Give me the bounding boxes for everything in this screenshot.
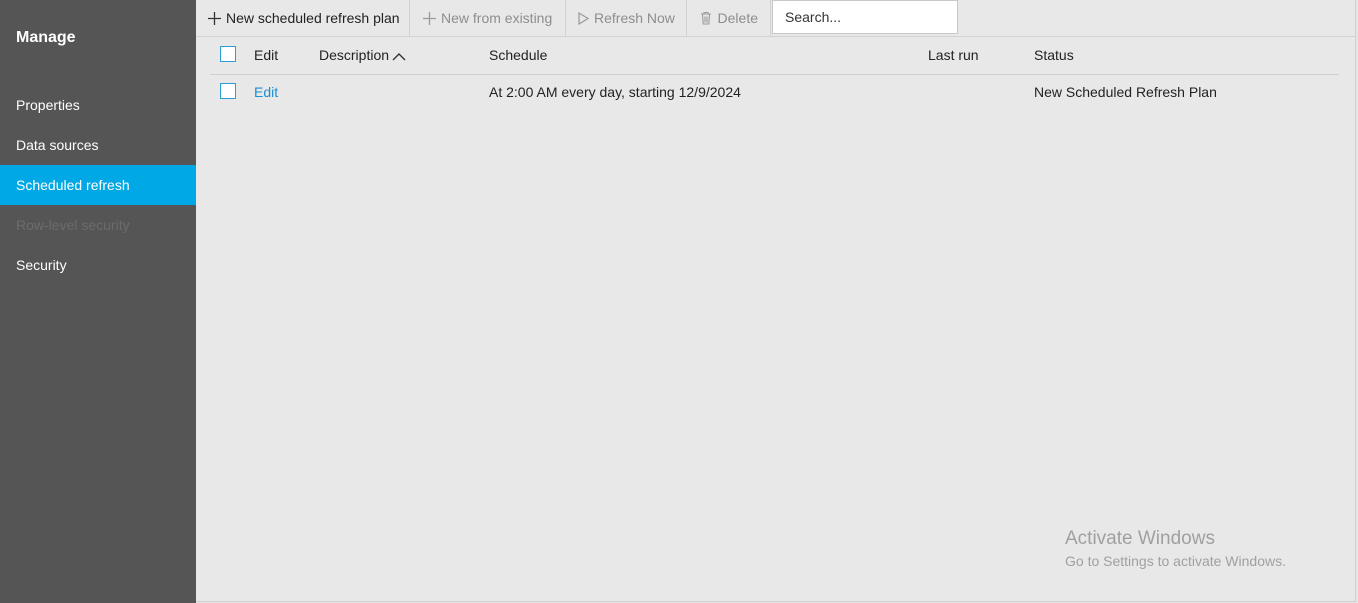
table-header: Edit Description Schedule Last run Statu…	[210, 37, 1339, 75]
delete-button[interactable]: Delete	[687, 0, 771, 36]
new-scheduled-refresh-plan-label: New scheduled refresh plan	[226, 10, 400, 26]
select-all-checkbox[interactable]	[220, 46, 236, 62]
sidebar-item-row-level-security: Row-level security	[16, 217, 130, 233]
column-header-schedule[interactable]: Schedule	[489, 37, 547, 74]
row-checkbox[interactable]	[220, 83, 236, 99]
row-schedule: At 2:00 AM every day, starting 12/9/2024	[489, 84, 741, 100]
column-header-last-run[interactable]: Last run	[928, 37, 979, 74]
activate-windows-watermark: Activate Windows Go to Settings to activ…	[1065, 528, 1286, 572]
plus-icon	[208, 11, 221, 25]
refresh-now-label: Refresh Now	[594, 10, 675, 26]
main-panel: New scheduled refresh plan New from exis…	[196, 0, 1356, 602]
watermark-subtitle: Go to Settings to activate Windows.	[1065, 553, 1286, 569]
plus-icon	[422, 11, 436, 25]
column-header-description-label: Description	[319, 47, 390, 63]
row-status: New Scheduled Refresh Plan	[1034, 84, 1217, 100]
sidebar-item-security[interactable]: Security	[0, 245, 196, 285]
watermark-title: Activate Windows	[1065, 528, 1215, 549]
column-header-status[interactable]: Status	[1034, 37, 1074, 74]
play-icon	[578, 11, 589, 25]
search-input[interactable]	[772, 0, 958, 34]
trash-icon	[699, 11, 713, 25]
new-from-existing-button[interactable]: New from existing	[410, 0, 566, 36]
sidebar: Manage Properties Data sources Scheduled…	[0, 0, 196, 603]
column-header-description[interactable]: Description	[319, 37, 406, 74]
sidebar-item-scheduled-refresh[interactable]: Scheduled refresh	[0, 165, 196, 205]
sort-ascending-icon	[392, 38, 406, 74]
sidebar-title: Manage	[16, 29, 76, 46]
delete-label: Delete	[717, 10, 758, 26]
table-row: Edit At 2:00 AM every day, starting 12/9…	[210, 74, 1339, 111]
edit-link[interactable]: Edit	[254, 74, 278, 111]
new-from-existing-label: New from existing	[441, 10, 553, 26]
new-scheduled-refresh-plan-button[interactable]: New scheduled refresh plan	[196, 0, 410, 36]
sidebar-item-data-sources[interactable]: Data sources	[0, 125, 196, 165]
sidebar-item-properties[interactable]: Properties	[0, 85, 196, 125]
refresh-now-button[interactable]: Refresh Now	[566, 0, 687, 36]
toolbar: New scheduled refresh plan New from exis…	[196, 0, 1355, 37]
column-header-edit: Edit	[254, 47, 279, 63]
